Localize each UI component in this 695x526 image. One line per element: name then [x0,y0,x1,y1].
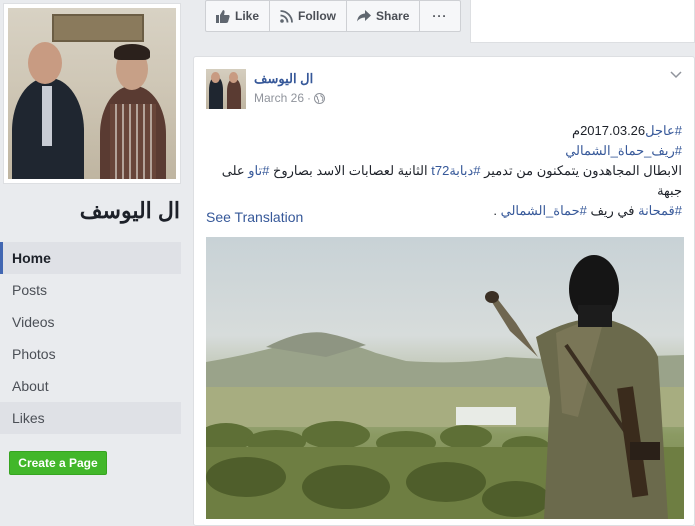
share-label: Share [376,9,410,23]
meta-separator: · [307,91,312,105]
post-text: #عاجل2017.03.26م #ريف_حماة_الشمالي الابط… [212,121,682,221]
avatar-person-right-head [229,72,238,83]
top-right-card [470,0,695,43]
hashtag-tank-text: #دبابة [449,163,481,178]
more-icon: ··· [432,9,448,23]
nav-item-videos[interactable]: Videos [0,306,181,338]
post-line-4-text-b: . [493,203,501,218]
share-icon [357,10,372,22]
follow-label: Follow [298,9,337,23]
hashtag-tank[interactable]: #دبابةt72 [431,163,480,178]
nav-item-posts[interactable]: Posts [0,274,181,306]
hashtag-north-hama[interactable]: #حماة_الشمالي [501,203,587,218]
post-line-2: #ريف_حماة_الشمالي [212,141,682,161]
like-icon [216,9,230,23]
post-author-name[interactable]: ال اليوسف [254,71,313,87]
like-button[interactable]: Like [206,1,271,31]
person-left-shirt [42,86,52,146]
person-right-hair [114,44,150,60]
post-date[interactable]: March 26 [254,91,304,105]
post-line-3-text-b: الثانية لعصابات الاسد بصاروخ [269,163,432,178]
post-photo[interactable] [206,237,684,519]
post-card: ال اليوسف March 26 · #عاجل2017.03.26م #ر… [193,56,695,526]
follow-button[interactable]: Follow [270,1,348,31]
see-translation-link[interactable]: See Translation [206,209,303,225]
chevron-down-icon[interactable] [670,71,682,79]
page-nav: Home Posts Videos Photos About Likes [0,242,181,434]
nav-item-about[interactable]: About [0,370,181,402]
page-title: ال اليوسف [79,198,180,223]
post-photo-scene [206,255,684,519]
hashtag-urgent[interactable]: #عاجل [645,123,682,138]
share-button[interactable]: Share [347,1,421,31]
like-label: Like [235,9,260,23]
person-right-shirt [110,104,156,179]
person-left-head [28,42,62,84]
rss-icon [280,9,293,23]
page-action-bar: Like Follow Share ··· [205,0,461,32]
post-line-3-text-a: الابطال المجاهدون يتمكنون من تدمير [480,163,682,178]
hashtag-north-hama-countryside[interactable]: #ريف_حماة_الشمالي [565,143,682,158]
avatar-person-left-head [211,72,220,83]
post-meta: March 26 · [254,91,326,105]
profile-picture-frame[interactable] [3,3,181,184]
hashtag-tow[interactable]: #تاو [248,163,269,178]
post-line-4-text-a: في ريف [586,203,639,218]
profile-picture[interactable] [8,8,176,179]
create-page-button[interactable]: Create a Page [9,451,107,475]
more-options-button[interactable]: ··· [420,1,459,31]
nav-item-photos[interactable]: Photos [0,338,181,370]
left-column: ال اليوسف Home Posts Videos Photos About… [0,0,193,521]
post-date-text: 2017.03.26م [572,123,646,138]
post-line-3: الابطال المجاهدون يتمكنون من تدمير #دباب… [212,161,682,201]
avatar-person-right [227,79,241,109]
post-author-avatar[interactable] [206,69,246,109]
nav-item-likes[interactable]: Likes [0,402,181,434]
wall-picture-frame [52,14,144,42]
white-building [456,407,516,425]
post-line-1: #عاجل2017.03.26م [212,121,682,141]
nav-item-home[interactable]: Home [0,242,181,274]
hashtag-tank-model: t72 [431,163,450,178]
hashtag-qamhana[interactable]: #قمحانة [638,203,682,218]
globe-icon [314,92,326,104]
